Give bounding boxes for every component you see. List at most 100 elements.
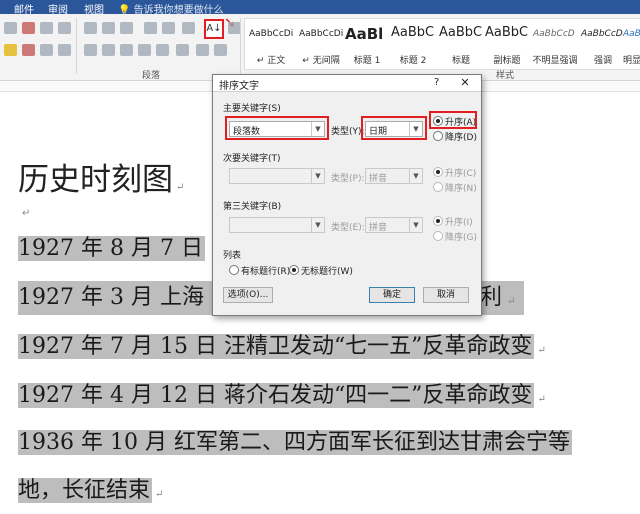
justify-icon[interactable] xyxy=(138,44,151,56)
highlight-icon[interactable] xyxy=(4,44,17,56)
style-name: 明显 xyxy=(623,56,640,66)
style-no-spacing[interactable]: AaBbCcDi ↵ 无间隔 xyxy=(297,21,345,67)
align-center-icon[interactable] xyxy=(102,44,115,56)
doc-line-text: 1936 年 10 月 红军第二、四方面军长征到达甘肃会宁等 xyxy=(18,430,572,455)
doc-line-tail-text: 利 xyxy=(480,285,505,310)
primary-descending-radio[interactable] xyxy=(433,131,443,141)
style-name: 标题 2 xyxy=(399,56,427,66)
tertiary-ascending-radio[interactable] xyxy=(433,216,443,226)
secondary-key-select[interactable]: ▼ xyxy=(229,168,325,184)
char-shading-icon[interactable] xyxy=(40,44,53,56)
red-highlight-box xyxy=(225,116,329,140)
secondary-ascending-radio[interactable] xyxy=(433,167,443,177)
style-sample: AaBbCcD xyxy=(581,29,623,39)
document-heading: 历史时刻图 ↵ xyxy=(18,154,184,199)
heading-text: 历史时刻图 xyxy=(18,162,173,198)
clear-format-icon[interactable] xyxy=(40,22,53,34)
doc-line-text: 1927 年 4 月 12 日 蒋介石发动“四一二”反革命政变 xyxy=(18,383,535,408)
style-emphasis[interactable]: AaBbCcD 强调 xyxy=(579,21,627,67)
paragraph-group-label: 段落 xyxy=(142,71,161,81)
style-name: 强调 xyxy=(593,56,612,66)
shading-icon[interactable] xyxy=(196,44,209,56)
options-button[interactable]: 选项(O)... xyxy=(223,287,273,303)
align-left-icon[interactable] xyxy=(84,44,97,56)
font-color-a-icon[interactable] xyxy=(22,44,35,56)
tertiary-type-value: 拼音 xyxy=(369,223,388,233)
style-sample: AaBbCcD xyxy=(533,29,575,39)
primary-key-label: 主要关键字(S) xyxy=(223,104,281,114)
help-icon[interactable]: ? xyxy=(434,77,439,88)
cancel-button[interactable]: 取消 xyxy=(423,287,469,303)
dropdown-arrow-icon: ▼ xyxy=(311,218,324,232)
tertiary-key-label: 第三关键字(B) xyxy=(223,202,282,212)
dropdown-arrow-icon: ▼ xyxy=(409,169,422,183)
numbering-icon[interactable] xyxy=(102,22,115,34)
ok-button[interactable]: 确定 xyxy=(369,287,415,303)
paragraph-mark: ↵ xyxy=(507,296,516,307)
style-subtle-emphasis[interactable]: AaBbCcD 不明显强调 xyxy=(531,21,579,67)
style-sample: AaBbC xyxy=(439,25,483,40)
decrease-indent-icon[interactable] xyxy=(144,22,157,34)
secondary-type-value: 拼音 xyxy=(369,174,388,184)
style-sample: AaBbC xyxy=(485,25,529,40)
style-name: 标题 1 xyxy=(353,56,381,66)
line-spacing-icon[interactable] xyxy=(176,44,189,56)
doc-line-text: 地，长征结束 xyxy=(18,478,153,503)
style-sample: AaBbCcD xyxy=(623,29,640,39)
style-title[interactable]: AaBbC 标题 xyxy=(437,21,485,67)
style-heading-1[interactable]: AaBl 标题 1 xyxy=(343,21,391,67)
divider xyxy=(240,18,241,74)
align-right-icon[interactable] xyxy=(120,44,133,56)
style-normal[interactable]: AaBbCcDi ↵ 正文 xyxy=(247,21,295,67)
paragraph-mark: ↵ xyxy=(22,208,31,219)
red-highlight-box xyxy=(429,111,477,129)
tertiary-ascending-label: 升序(I) xyxy=(445,218,473,228)
style-subtitle[interactable]: AaBbC 副标题 xyxy=(483,21,531,67)
tertiary-type-select[interactable]: 拼音 ▼ xyxy=(365,217,423,233)
secondary-descending-radio[interactable] xyxy=(433,182,443,192)
no-header-row-label: 无标题行(W) xyxy=(301,267,353,277)
char-border-icon[interactable] xyxy=(58,22,71,34)
style-name: 标题 xyxy=(451,56,470,66)
no-header-row-radio[interactable] xyxy=(289,265,299,275)
ribbon: A↓ ➘ 段落 AaBbCcDi ↵ 正文 AaBbCcDi ↵ 无间隔 AaB… xyxy=(0,14,640,81)
divider xyxy=(76,18,77,74)
tertiary-key-select[interactable]: ▼ xyxy=(229,217,325,233)
list-label: 列表 xyxy=(223,251,242,261)
styles-gallery: AaBbCcDi ↵ 正文 AaBbCcDi ↵ 无间隔 AaBl 标题 1 A… xyxy=(244,18,640,70)
dropdown-arrow-icon: ▼ xyxy=(311,169,324,183)
paragraph-mark: ↵ xyxy=(176,182,185,193)
bullets-icon[interactable] xyxy=(84,22,97,34)
tertiary-descending-radio[interactable] xyxy=(433,231,443,241)
style-name: 副标题 xyxy=(493,56,521,66)
dropdown-arrow-icon: ▼ xyxy=(409,218,422,232)
font-color-icon[interactable] xyxy=(22,22,35,34)
secondary-type-select[interactable]: 拼音 ▼ xyxy=(365,168,423,184)
style-intense[interactable]: AaBbCcD 明显 xyxy=(621,21,640,67)
sort-az-icon: A↓ xyxy=(206,23,222,34)
chinese-layout-icon[interactable] xyxy=(182,22,195,34)
sort-button[interactable]: A↓ xyxy=(204,19,224,39)
increase-indent-icon[interactable] xyxy=(162,22,175,34)
dialog-title: 排序文字 xyxy=(219,81,259,92)
doc-line: 1927 年 8 月 7 日 xyxy=(18,232,205,266)
style-name: 不明显强调 xyxy=(532,56,578,66)
secondary-descending-label: 降序(N) xyxy=(445,184,477,194)
doc-line: 1927 年 7 月 15 日 汪精卫发动“七一五”反革命政变 ↵ xyxy=(18,330,546,364)
secondary-type-label: 类型(P): xyxy=(331,174,365,184)
has-header-row-radio[interactable] xyxy=(229,265,239,275)
format-painter-icon[interactable] xyxy=(4,22,17,34)
distribute-icon[interactable] xyxy=(156,44,169,56)
multilevel-list-icon[interactable] xyxy=(120,22,133,34)
close-icon[interactable]: ✕ xyxy=(453,75,477,90)
style-name: ↵ 无间隔 xyxy=(302,56,340,66)
style-heading-2[interactable]: AaBbC 标题 2 xyxy=(389,21,437,67)
doc-line-tail: 利 ↵ xyxy=(480,281,515,315)
sort-text-dialog: 排序文字 ? ✕ 主要关键字(S) 段落数 ▼ 类型(Y): 日期 ▼ 升序(A… xyxy=(212,74,482,316)
secondary-key-label: 次要关键字(T) xyxy=(223,154,281,164)
borders-icon[interactable] xyxy=(214,44,227,56)
primary-descending-label: 降序(D) xyxy=(445,133,477,143)
ribbon-tab-bar: 邮件 审阅 视图 💡 告诉我你想要做什么 xyxy=(0,0,640,16)
primary-type-label: 类型(Y): xyxy=(331,127,365,137)
enclose-char-icon[interactable] xyxy=(58,44,71,56)
